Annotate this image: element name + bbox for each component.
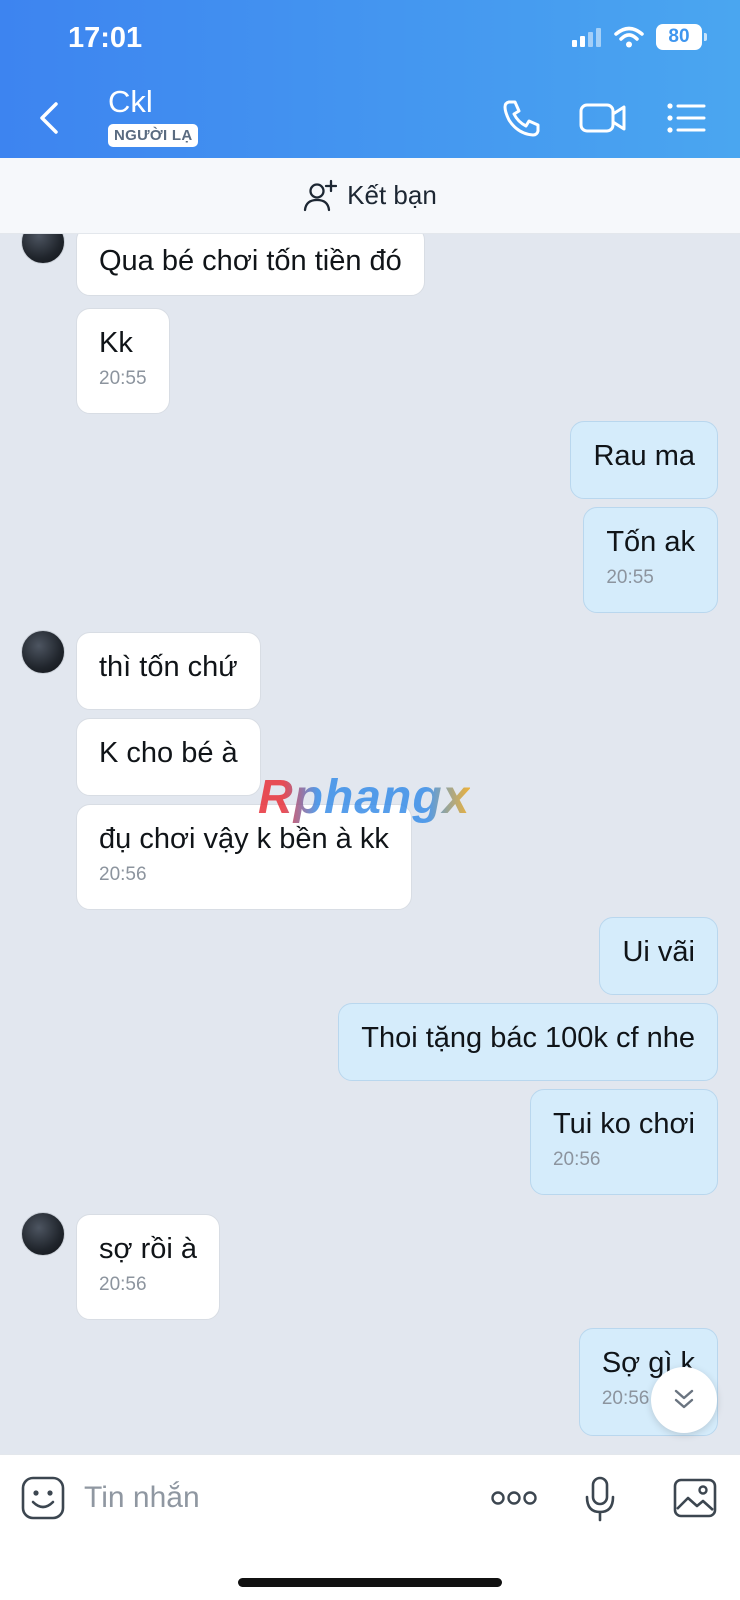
message-list[interactable]: Qua bé chơi tốn tiền đó Kk 20:55 Rau ma … (0, 234, 740, 1454)
contact-name[interactable]: Ckl (108, 84, 153, 120)
status-time: 17:01 (68, 22, 143, 54)
message-bubble-outgoing[interactable]: Tui ko chơi 20:56 (529, 1089, 718, 1195)
message-time: 20:55 (99, 368, 147, 389)
cellular-signal-icon (572, 28, 601, 47)
sticker-icon[interactable] (20, 1475, 66, 1521)
wifi-icon (614, 26, 644, 48)
message-input[interactable]: Tin nhắn (84, 1481, 200, 1515)
message-bubble-incoming[interactable]: Qua bé chơi tốn tiền đó (76, 234, 425, 296)
message-bubble-outgoing[interactable]: Thoi tặng bác 100k cf nhe (338, 1003, 718, 1081)
message-time: 20:56 (99, 864, 147, 885)
phone-icon[interactable] (500, 96, 544, 140)
chevron-double-down-icon (674, 1389, 694, 1409)
avatar[interactable] (21, 630, 65, 674)
avatar[interactable] (21, 234, 65, 264)
add-friend-button[interactable]: Kết bạn (0, 158, 740, 234)
avatar[interactable] (21, 1212, 65, 1256)
message-bubble-outgoing[interactable]: Tốn ak 20:55 (583, 507, 718, 613)
message-input-bar: Tin nhắn (0, 1454, 740, 1600)
message-time: 20:56 (99, 1274, 147, 1295)
stranger-badge: NGƯỜI LẠ (108, 124, 199, 147)
status-icons: 80 (572, 24, 707, 50)
message-bubble-incoming[interactable]: sợ rồi à 20:56 (76, 1214, 220, 1320)
message-time: 20:55 (606, 567, 654, 588)
chevron-left-icon[interactable] (30, 96, 70, 140)
image-icon[interactable] (672, 1475, 718, 1521)
message-bubble-outgoing[interactable]: Ui vãi (599, 917, 718, 995)
video-camera-icon[interactable] (578, 96, 628, 140)
battery-indicator: 80 (656, 24, 707, 50)
chat-header: 17:01 80 Ckl NGƯỜI LẠ (0, 0, 740, 158)
message-bubble-outgoing[interactable]: Rau ma (570, 421, 718, 499)
add-friend-label: Kết bạn (347, 180, 437, 210)
message-bubble-incoming[interactable]: K cho bé à (76, 718, 261, 796)
more-dots-icon[interactable] (490, 1487, 538, 1509)
message-bubble-incoming[interactable]: thì tốn chứ (76, 632, 261, 710)
scroll-to-bottom-button[interactable] (651, 1367, 717, 1433)
watermark-logo: Rphangx (258, 771, 471, 824)
list-menu-icon[interactable] (664, 96, 708, 140)
add-user-icon (304, 179, 338, 211)
home-indicator (238, 1578, 502, 1587)
message-time: 20:56 (552, 1149, 601, 1170)
message-bubble-incoming[interactable]: Kk 20:55 (76, 308, 170, 414)
battery-level: 80 (668, 26, 690, 47)
microphone-icon[interactable] (582, 1475, 618, 1523)
